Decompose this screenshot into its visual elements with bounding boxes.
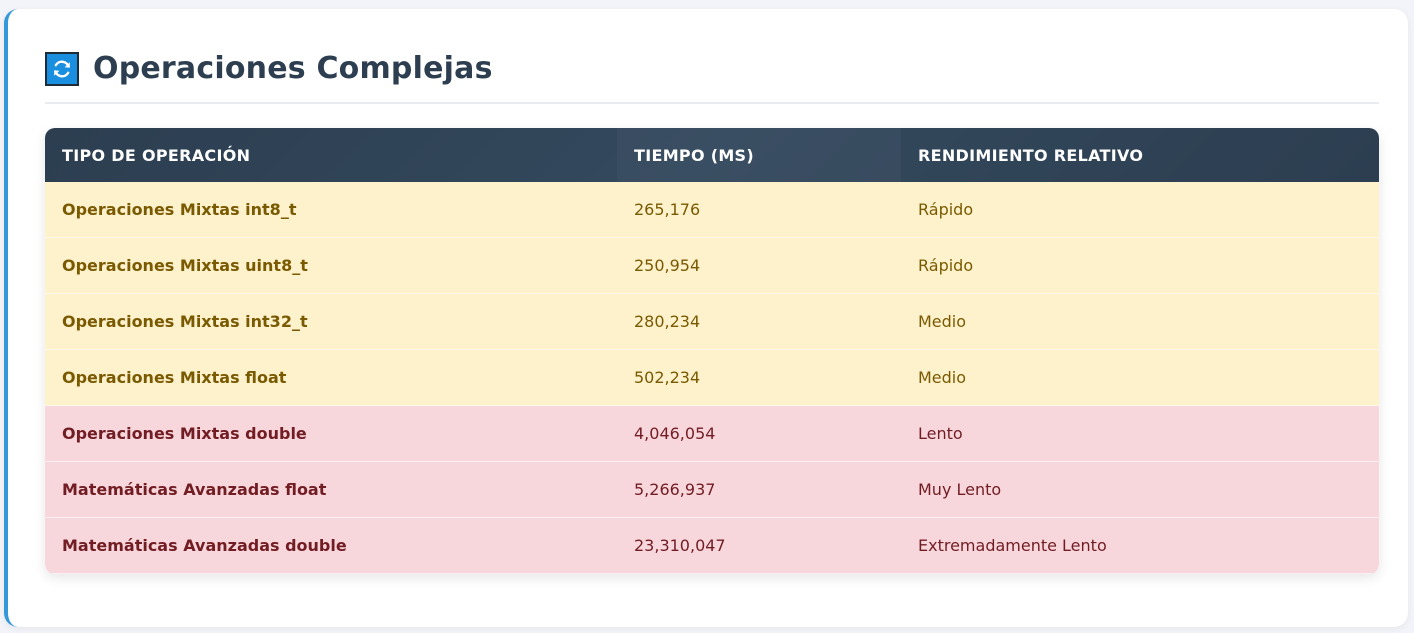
time-cell: 250,954 [617, 237, 901, 294]
performance-cell: Medio [901, 293, 1379, 350]
time-cell: 502,234 [617, 349, 901, 406]
operation-name-cell: Operaciones Mixtas int8_t [45, 182, 617, 238]
time-cell: 23,310,047 [617, 517, 901, 574]
table-row: Operaciones Mixtas uint8_t 250,954 Rápid… [45, 237, 1379, 294]
operation-name-cell: Matemáticas Avanzadas float [45, 461, 617, 518]
section-title: Operaciones Complejas [93, 51, 493, 86]
operation-name-cell: Operaciones Mixtas uint8_t [45, 237, 617, 294]
performance-cell: Rápido [901, 182, 1379, 238]
operation-name-cell: Operaciones Mixtas int32_t [45, 293, 617, 350]
results-table: Tipo de Operación Tiempo (ms) Rendimient… [45, 128, 1379, 574]
column-header-time[interactable]: Tiempo (ms) [617, 128, 901, 182]
table-row: Operaciones Mixtas int32_t 280,234 Medio [45, 293, 1379, 350]
refresh-icon [45, 51, 79, 86]
section-header: Operaciones Complejas [45, 49, 1379, 104]
column-header-operation-type[interactable]: Tipo de Operación [45, 128, 617, 182]
complex-operations-card: Operaciones Complejas Tipo de Operación … [4, 9, 1408, 627]
time-cell: 265,176 [617, 182, 901, 238]
operation-name-cell: Operaciones Mixtas double [45, 405, 617, 462]
operation-name-cell: Operaciones Mixtas float [45, 349, 617, 406]
table-row: Matemáticas Avanzadas float 5,266,937 Mu… [45, 461, 1379, 518]
results-table-container: Tipo de Operación Tiempo (ms) Rendimient… [45, 128, 1379, 574]
table-row: Operaciones Mixtas double 4,046,054 Lent… [45, 405, 1379, 462]
time-cell: 280,234 [617, 293, 901, 350]
performance-cell: Rápido [901, 237, 1379, 294]
column-header-relative-performance[interactable]: Rendimiento Relativo [901, 128, 1379, 182]
performance-cell: Medio [901, 349, 1379, 406]
performance-cell: Extremadamente Lento [901, 517, 1379, 574]
table-header-row: Tipo de Operación Tiempo (ms) Rendimient… [45, 128, 1379, 182]
performance-cell: Muy Lento [901, 461, 1379, 518]
performance-cell: Lento [901, 405, 1379, 462]
operation-name-cell: Matemáticas Avanzadas double [45, 517, 617, 574]
table-row: Operaciones Mixtas float 502,234 Medio [45, 349, 1379, 406]
time-cell: 4,046,054 [617, 405, 901, 462]
table-row: Matemáticas Avanzadas double 23,310,047 … [45, 517, 1379, 574]
table-row: Operaciones Mixtas int8_t 265,176 Rápido [45, 182, 1379, 238]
time-cell: 5,266,937 [617, 461, 901, 518]
